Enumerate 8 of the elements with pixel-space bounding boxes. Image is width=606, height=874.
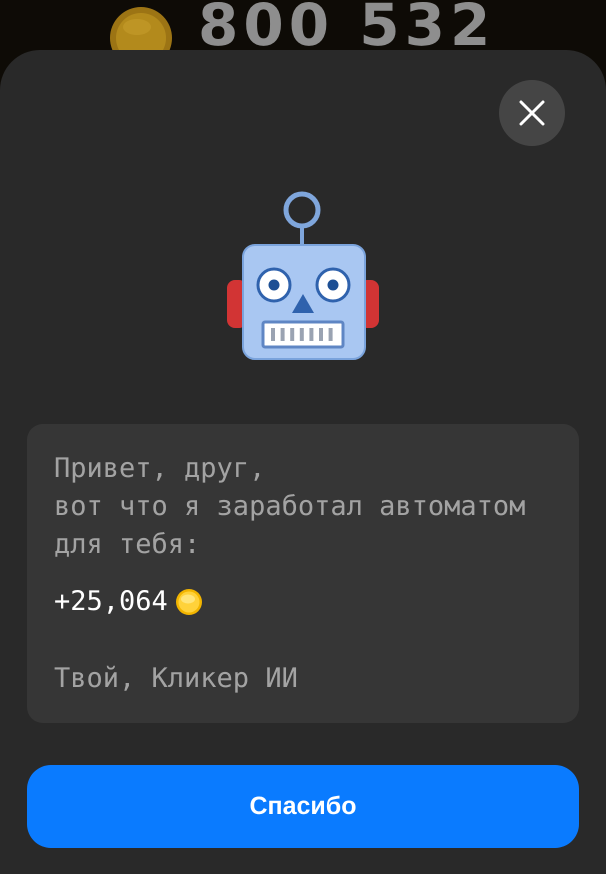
robot-icon xyxy=(224,190,382,362)
reward-amount: +25,064 xyxy=(54,585,168,619)
thanks-button[interactable]: Спасибо xyxy=(27,765,579,848)
coin-icon xyxy=(176,589,202,615)
message-text: Привет, друг, вот что я заработал автоматом для тебя: xyxy=(54,452,526,562)
close-icon xyxy=(519,100,545,126)
balance-amount: 800 532 xyxy=(198,0,496,50)
signature-text: Твой, Кликер ИИ xyxy=(54,662,299,696)
